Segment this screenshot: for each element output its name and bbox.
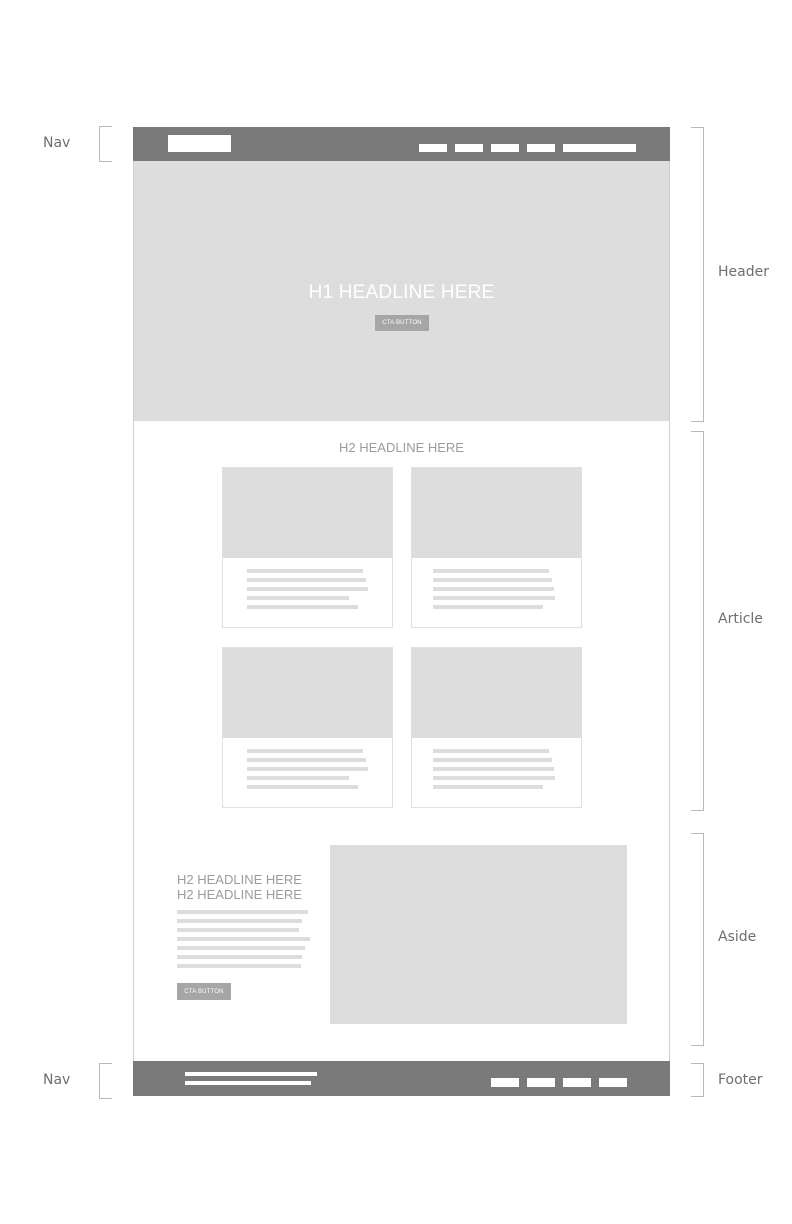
article-card-1[interactable] [222,467,393,628]
text-line [433,596,555,600]
footer-link-2[interactable] [527,1078,555,1087]
text-line [433,578,552,582]
footer-label: Footer [718,1072,763,1088]
aside-text-line [177,955,302,959]
card-image-placeholder [223,648,392,738]
aside-bracket [691,833,704,1046]
header-bracket [691,127,704,422]
text-line [247,596,349,600]
card-image-placeholder [412,468,581,558]
hero-headline: H1 HEADLINE HERE [308,282,495,303]
footer-link-3[interactable] [563,1078,591,1087]
nav-link-3[interactable] [491,144,519,152]
text-line [433,605,543,609]
text-line [247,785,358,789]
text-line [433,749,549,753]
aside-headline-line-1: H2 HEADLINE HERE [177,872,302,887]
nav-bottom-bracket [99,1063,112,1099]
article-label: Article [718,611,763,627]
text-line [247,758,366,762]
aside-text-line [177,964,301,968]
card-image-placeholder [412,648,581,738]
top-nav [133,127,670,161]
text-line [433,776,555,780]
text-line [247,776,349,780]
text-line [433,587,554,591]
hero-cta-button[interactable]: CTA BUTTON [375,315,429,331]
card-image-placeholder [223,468,392,558]
text-line [433,785,543,789]
footer-bracket [691,1063,704,1097]
article-bracket [691,431,704,811]
text-line [247,605,358,609]
aside-image-placeholder [330,845,627,1024]
article-card-2[interactable] [411,467,582,628]
aside-cta-button[interactable]: CTA BUTTON [177,983,231,1000]
footer-link-4[interactable] [599,1078,627,1087]
text-line [247,749,363,753]
text-line [247,569,363,573]
nav-link-2[interactable] [455,144,483,152]
aside-text-line [177,928,299,932]
aside-label: Aside [718,929,757,945]
aside-text-line [177,937,310,941]
nav-top-label: Nav [43,135,71,151]
hero-header: H1 HEADLINE HERE CTA BUTTON [134,161,669,421]
nav-bottom-label: Nav [43,1072,71,1088]
text-line [247,578,366,582]
footer-link-1[interactable] [491,1078,519,1087]
aside-text-line [177,919,302,923]
nav-link-4[interactable] [527,144,555,152]
logo-placeholder[interactable] [168,135,231,152]
article-headline: H2 HEADLINE HERE [339,440,464,455]
aside-text-line [177,946,305,950]
nav-link-5[interactable] [563,144,636,152]
nav-top-bracket [99,126,112,162]
article-card-3[interactable] [222,647,393,808]
aside-headline-line-2: H2 HEADLINE HERE [177,887,302,902]
aside-text-line [177,910,308,914]
text-line [247,587,368,591]
text-line [433,767,554,771]
header-label: Header [718,264,769,280]
text-line [247,767,368,771]
text-line [433,569,549,573]
nav-link-1[interactable] [419,144,447,152]
footer-nav [133,1061,670,1096]
footer-text-line-1 [185,1072,317,1076]
text-line [433,758,552,762]
article-card-4[interactable] [411,647,582,808]
footer-text-line-2 [185,1081,311,1085]
